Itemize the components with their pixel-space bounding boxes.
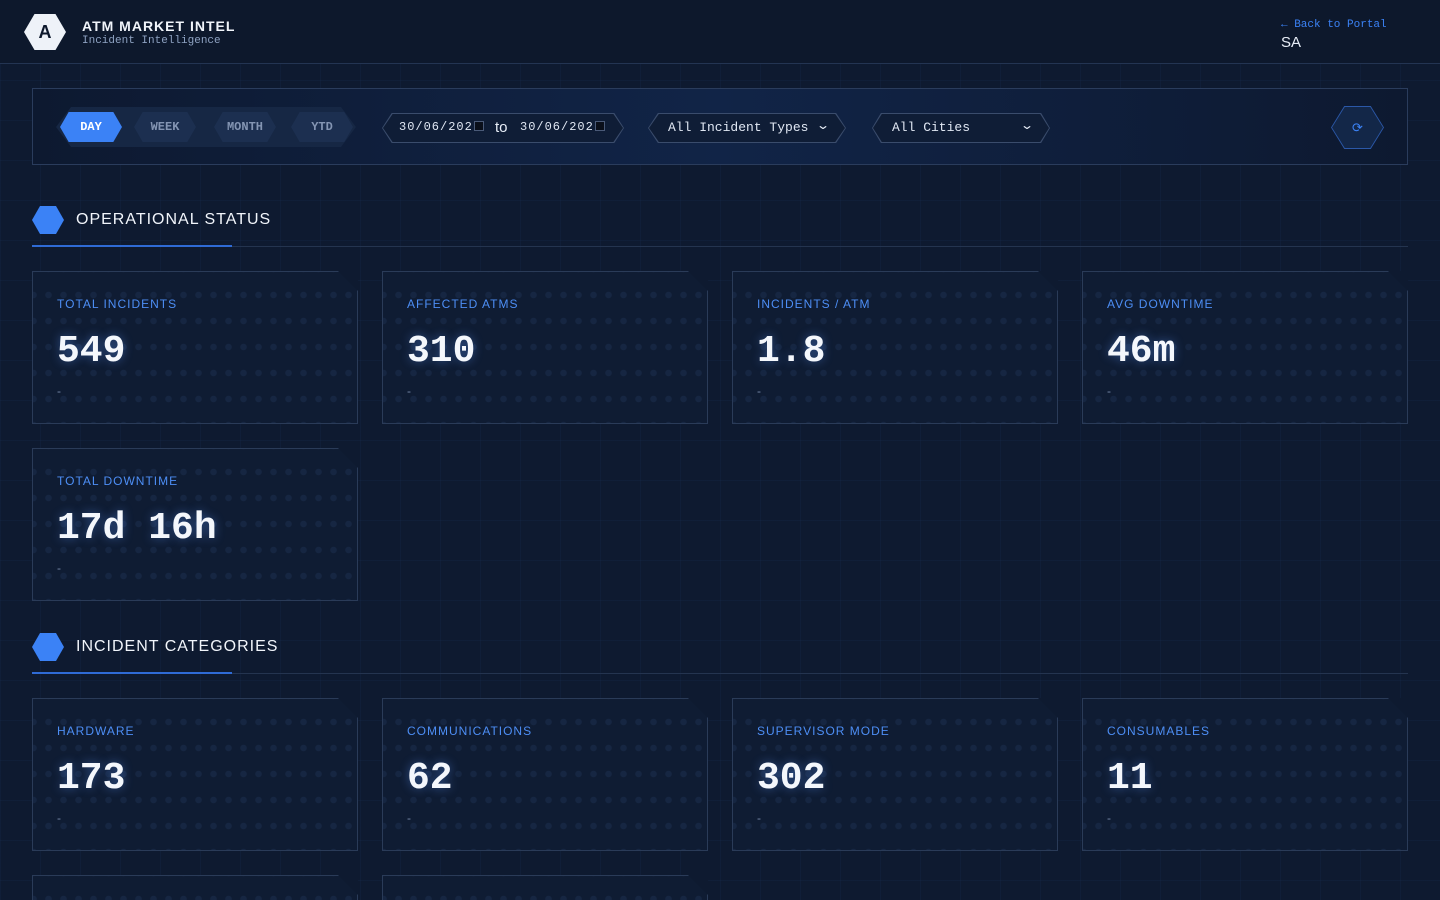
section-title-incident-categories: INCIDENT CATEGORIES — [76, 638, 279, 655]
kpi-value: 549 — [57, 330, 126, 373]
kpi-value: 302 — [757, 757, 826, 800]
kpi-subtext: - — [57, 811, 61, 825]
city-value: All Cities — [892, 120, 971, 135]
kpi-value: 173 — [57, 757, 126, 800]
kpi-card-total-incidents: TOTAL INCIDENTS 549 - — [32, 271, 358, 424]
kpi-label: SUPERVISOR MODE — [757, 724, 890, 738]
period-month-button[interactable]: MONTH — [214, 112, 276, 142]
top-bar: A ATM MARKET INTEL Incident Intelligence… — [0, 0, 1440, 64]
date-from-input[interactable]: 30/06/202 — [399, 120, 473, 134]
kpi-value: 1.8 — [757, 330, 826, 373]
category-card-partial — [32, 875, 358, 900]
kpi-value: 310 — [407, 330, 476, 373]
category-card-supervisor-mode: SUPERVISOR MODE 302 - — [732, 698, 1058, 851]
kpi-subtext: - — [1107, 384, 1111, 398]
kpi-subtext: - — [407, 384, 411, 398]
calendar-icon[interactable] — [474, 121, 484, 131]
kpi-card-affected-atms: AFFECTED ATMS 310 - — [382, 271, 708, 424]
kpi-subtext: - — [757, 384, 761, 398]
kpi-label: TOTAL INCIDENTS — [57, 297, 178, 311]
app-subtitle: Incident Intelligence — [82, 35, 221, 47]
kpi-label: HARDWARE — [57, 724, 135, 738]
kpi-subtext: - — [1107, 811, 1111, 825]
chevron-down-icon: ⌄ — [1019, 118, 1035, 132]
kpi-value: 11 — [1107, 757, 1153, 800]
logo-letter: A — [38, 21, 52, 42]
user-initials: SA — [1281, 34, 1302, 51]
back-to-portal-link[interactable]: ← Back to Portal — [1281, 19, 1387, 31]
kpi-value: 46m — [1107, 330, 1176, 373]
date-separator: to — [495, 119, 508, 136]
chevron-down-icon: ⌄ — [815, 118, 831, 132]
section-divider — [32, 673, 1408, 674]
kpi-value: 17d 16h — [57, 507, 217, 550]
category-card-hardware: HARDWARE 173 - — [32, 698, 358, 851]
kpi-label: TOTAL DOWNTIME — [57, 474, 179, 488]
kpi-label: AFFECTED ATMS — [407, 297, 519, 311]
kpi-label: CONSUMABLES — [1107, 724, 1211, 738]
kpi-label: AVG DOWNTIME — [1107, 297, 1214, 311]
section-accent-line — [32, 672, 232, 674]
refresh-icon: ⟳ — [1352, 119, 1363, 135]
app-title: ATM MARKET INTEL — [82, 18, 236, 34]
category-card-consumables: CONSUMABLES 11 - — [1082, 698, 1408, 851]
kpi-subtext: - — [57, 561, 61, 575]
date-to-input[interactable]: 30/06/202 — [520, 120, 594, 134]
period-week-button[interactable]: WEEK — [134, 112, 196, 142]
kpi-card-avg-downtime: AVG DOWNTIME 46m - — [1082, 271, 1408, 424]
kpi-card-total-downtime: TOTAL DOWNTIME 17d 16h - — [32, 448, 358, 601]
kpi-value: 62 — [407, 757, 453, 800]
section-accent-line — [32, 245, 232, 247]
kpi-label: INCIDENTS / ATM — [757, 297, 871, 311]
calendar-icon[interactable] — [595, 121, 605, 131]
section-title-operational-status: OPERATIONAL STATUS — [76, 211, 272, 228]
section-hex-icon — [32, 206, 64, 234]
incident-type-value: All Incident Types — [668, 120, 809, 135]
section-hex-icon — [32, 633, 64, 661]
kpi-subtext: - — [57, 384, 61, 398]
app-logo: A — [24, 14, 66, 50]
category-card-communications: COMMUNICATIONS 62 - — [382, 698, 708, 851]
section-divider — [32, 246, 1408, 247]
period-ytd-button[interactable]: YTD — [291, 112, 353, 142]
kpi-subtext: - — [757, 811, 761, 825]
category-card-partial — [382, 875, 708, 900]
kpi-card-incidents-per-atm: INCIDENTS / ATM 1.8 - — [732, 271, 1058, 424]
kpi-subtext: - — [407, 811, 411, 825]
kpi-label: COMMUNICATIONS — [407, 724, 533, 738]
period-day-button[interactable]: DAY — [60, 112, 122, 142]
